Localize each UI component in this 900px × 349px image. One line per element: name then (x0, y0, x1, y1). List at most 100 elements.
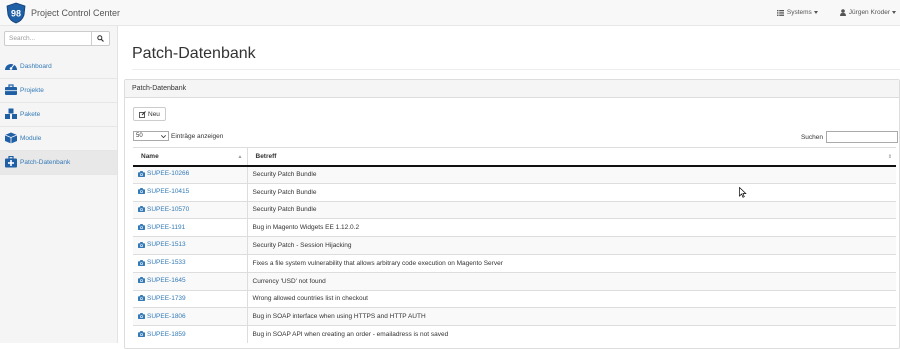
logo-text: 98 (11, 9, 21, 19)
patch-name: SUPEE-10415 (147, 187, 190, 195)
cell-subject: Security Patch Bundle (246, 182, 896, 202)
caret-down-icon (892, 11, 896, 14)
sidebar-item-pakete[interactable]: Pakete (0, 103, 117, 127)
cubes-icon (4, 108, 19, 121)
sort-asc-icon: ▲ (237, 154, 243, 160)
cell-subject: Security Patch Bundle (246, 165, 896, 184)
patch-name: SUPEE-1739 (147, 294, 186, 302)
patch-link[interactable]: SUPEE-10415 (138, 188, 189, 195)
patch-subject: Security Patch Bundle (252, 188, 317, 196)
chevron-down-icon (161, 134, 166, 138)
table-row: SUPEE-1533 Fixes a file system vulnerabil… (133, 253, 896, 273)
sidebar-item-dashboard[interactable]: Dashboard (0, 55, 117, 79)
patch-name: SUPEE-1859 (147, 330, 186, 338)
camera-icon (138, 259, 145, 266)
cell-name: SUPEE-1739 (133, 289, 247, 308)
sidebar-item-patch-datenbank[interactable]: Patch-Datenbank (0, 151, 117, 175)
patch-link[interactable]: SUPEE-1191 (138, 224, 185, 231)
camera-icon (138, 170, 145, 177)
search-input[interactable] (4, 31, 92, 46)
cell-subject: Fixes a file system vulnerability that a… (246, 253, 896, 273)
cell-subject: Bug in SOAP interface when using HTTPS a… (246, 307, 896, 326)
patch-name: SUPEE-1191 (147, 223, 186, 231)
filter-input[interactable] (826, 131, 898, 143)
column-header-label: Betreff (255, 152, 277, 160)
sidebar-search (4, 31, 110, 46)
entries-select[interactable]: 50 (133, 131, 169, 141)
camera-icon (138, 188, 145, 195)
table-row: SUPEE-1645 Currency 'USD' not found (133, 271, 896, 291)
search-icon (97, 35, 104, 42)
patch-link[interactable]: SUPEE-1533 (138, 259, 186, 266)
patch-link[interactable]: SUPEE-1806 (138, 313, 186, 320)
list-icon (776, 9, 784, 16)
patch-subject: Bug in SOAP API when creating an order -… (252, 331, 449, 339)
logo-shield-icon: 98 (6, 2, 26, 24)
sidebar-item-label: Dashboard (20, 63, 52, 70)
patch-link[interactable]: SUPEE-1645 (138, 277, 186, 284)
sidebar-item-label: Projekte (20, 87, 44, 94)
table-row: SUPEE-1806 Bug in SOAP interface when usi… (133, 307, 896, 326)
user-dropdown[interactable]: Jürgen Kroder (839, 9, 896, 16)
user-name: Jürgen Kroder (848, 9, 890, 16)
cell-name: SUPEE-1806 (133, 307, 247, 326)
cell-name: SUPEE-1859 (133, 325, 247, 344)
edit-icon (139, 110, 146, 118)
cell-name: SUPEE-1513 (133, 236, 247, 255)
cell-subject: Currency 'USD' not found (246, 271, 896, 291)
sidebar-item-label: Patch-Datenbank (20, 159, 71, 166)
camera-icon (138, 313, 145, 320)
new-button-label: Neu (148, 110, 160, 118)
cell-name: SUPEE-1645 (133, 271, 247, 291)
caret-down-icon (813, 11, 818, 14)
camera-icon (138, 224, 145, 231)
sidebar: Dashboard Projekte Pakete Module Patch-D… (0, 26, 118, 343)
column-header-subject[interactable]: Betreff ⇕ (246, 147, 896, 167)
patch-subject: Security Patch Bundle (252, 171, 317, 179)
medkit-icon (4, 156, 19, 169)
cell-subject: Bug in SOAP API when creating an order -… (246, 325, 896, 344)
column-header-name[interactable]: Name ▲ (133, 147, 247, 167)
briefcase-icon (4, 84, 19, 97)
patch-link[interactable]: SUPEE-1513 (138, 241, 186, 248)
table-row: SUPEE-10415 Security Patch Bundle (133, 182, 896, 202)
patch-panel: Patch-Datenbank Neu 50 Einträge anzeigen… (124, 79, 900, 349)
sidebar-item-module[interactable]: Module (0, 127, 117, 151)
table-row: SUPEE-1513 Security Patch - Session Hijac… (133, 236, 896, 255)
camera-icon (138, 206, 145, 213)
patch-link[interactable]: SUPEE-10570 (138, 206, 189, 213)
search-button[interactable] (92, 31, 110, 46)
new-button[interactable]: Neu (133, 107, 166, 121)
camera-icon (138, 295, 145, 302)
cell-subject: Security Patch - Session Hijacking (246, 236, 896, 255)
sidebar-item-label: Pakete (20, 111, 41, 118)
sidebar-item-label: Module (20, 135, 42, 142)
table-header-row: Name ▲ Betreff ⇕ (133, 147, 896, 167)
entries-length-control: 50 Einträge anzeigen (133, 131, 223, 141)
table-row: SUPEE-10266 Security Patch Bundle (133, 165, 896, 184)
systems-label: Systems (786, 9, 812, 16)
panel-heading: Patch-Datenbank (125, 80, 899, 98)
patch-subject: Bug in Magento Widgets EE 1.12.0.2 (252, 224, 360, 232)
patch-link[interactable]: SUPEE-1739 (138, 295, 186, 302)
brand[interactable]: 98 Project Control Center (5, 2, 120, 24)
patch-link[interactable]: SUPEE-1859 (138, 331, 186, 338)
sidebar-nav: Dashboard Projekte Pakete Module Patch-D… (0, 55, 117, 175)
page-title: Patch-Datenbank (132, 45, 256, 62)
patch-name: SUPEE-1806 (147, 312, 186, 320)
table-row: SUPEE-10570 Security Patch Bundle (133, 200, 896, 219)
patch-table: Name ▲ Betreff ⇕ SUPEE-10266 Security Pat… (133, 147, 896, 344)
patch-link[interactable]: SUPEE-10266 (138, 170, 189, 177)
cell-subject: Security Patch Bundle (246, 200, 896, 219)
table-row: SUPEE-1739 Wrong allowed countries list i… (133, 289, 896, 308)
mouse-cursor-icon (739, 187, 747, 198)
column-header-label: Name (141, 152, 159, 160)
systems-dropdown[interactable]: Systems (776, 9, 818, 16)
cell-name: SUPEE-10266 (133, 165, 247, 184)
camera-icon (138, 241, 145, 248)
entries-label: Einträge anzeigen (171, 132, 224, 140)
main-content: Patch-Datenbank Patch-Datenbank Neu 50 E… (118, 26, 900, 349)
table-filter: Suchen (801, 131, 898, 143)
sidebar-item-projekte[interactable]: Projekte (0, 79, 117, 103)
cell-name: SUPEE-1191 (133, 218, 247, 237)
